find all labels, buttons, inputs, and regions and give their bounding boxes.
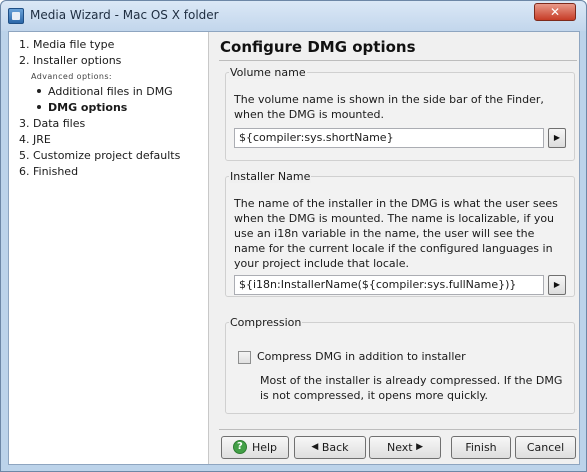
nav-step-media-file-type[interactable]: 1. Media file type: [19, 38, 114, 51]
cancel-button[interactable]: Cancel: [515, 436, 576, 459]
nav-step-finished[interactable]: 6. Finished: [19, 165, 78, 178]
compression-description: Most of the installer is already compres…: [260, 374, 563, 402]
nav-sub-label: Additional files in DMG: [48, 85, 173, 98]
finish-label: Finish: [465, 441, 497, 454]
title-bar[interactable]: Media Wizard - Mac OS X folder ✕: [1, 1, 586, 31]
finish-button[interactable]: Finish: [451, 436, 511, 459]
volume-name-field[interactable]: ${compiler:sys.shortName}: [234, 128, 544, 148]
title-divider: [219, 60, 577, 61]
step-content: Configure DMG options Volume name The vo…: [219, 32, 579, 464]
help-label: Help: [251, 441, 278, 454]
wizard-body: 1. Media file type 2. Installer options …: [8, 31, 580, 465]
close-button[interactable]: ✕: [534, 3, 576, 21]
next-label: Next: [386, 441, 413, 454]
bullet-icon: [37, 89, 41, 93]
wizard-window: Media Wizard - Mac OS X folder ✕ 1. Medi…: [0, 0, 587, 472]
back-button[interactable]: ◀ Back: [294, 436, 366, 459]
back-label: Back: [321, 441, 349, 454]
bullet-icon: [37, 105, 41, 109]
installer-name-field[interactable]: ${i18n:InstallerName(${compiler:sys.full…: [234, 275, 544, 295]
arrow-right-icon: ▶: [416, 441, 424, 452]
arrow-left-icon: ◀: [311, 441, 319, 452]
nav-step-data-files[interactable]: 3. Data files: [19, 117, 85, 130]
installer-name-group: Installer Name The name of the installer…: [225, 170, 575, 297]
help-button[interactable]: ? Help: [221, 436, 289, 459]
window-title: Media Wizard - Mac OS X folder: [30, 8, 219, 22]
nav-sub-label: DMG options: [48, 101, 128, 114]
cancel-label: Cancel: [526, 441, 565, 454]
compression-group: Compression Compress DMG in addition to …: [225, 316, 575, 414]
installer-name-label: Installer Name: [229, 170, 312, 183]
installer-name-variable-button[interactable]: ▶: [548, 275, 566, 295]
help-icon: ?: [232, 440, 247, 454]
next-button[interactable]: Next ▶: [369, 436, 441, 459]
nav-step-additional-files[interactable]: Additional files in DMG: [37, 85, 173, 98]
volume-name-description: The volume name is shown in the side bar…: [234, 93, 544, 121]
button-divider: [219, 429, 577, 430]
advanced-options-header: Advanced options:: [31, 72, 113, 81]
compress-dmg-label[interactable]: Compress DMG in addition to installer: [257, 350, 466, 363]
volume-name-label: Volume name: [229, 66, 307, 79]
arrow-right-icon: ▶: [553, 280, 561, 289]
nav-step-dmg-options[interactable]: DMG options: [37, 101, 127, 114]
volume-name-group: Volume name The volume name is shown in …: [225, 66, 575, 161]
nav-step-customize-defaults[interactable]: 5. Customize project defaults: [19, 149, 180, 162]
nav-step-jre[interactable]: 4. JRE: [19, 133, 51, 146]
arrow-right-icon: ▶: [553, 133, 561, 142]
step-navigation: 1. Media file type 2. Installer options …: [9, 32, 209, 464]
page-title: Configure DMG options: [220, 38, 416, 56]
installer-name-description: The name of the installer in the DMG is …: [234, 197, 558, 270]
compress-dmg-checkbox[interactable]: [238, 351, 251, 364]
volume-name-variable-button[interactable]: ▶: [548, 128, 566, 148]
nav-step-installer-options[interactable]: 2. Installer options: [19, 54, 121, 67]
app-icon: [8, 8, 24, 24]
compression-label: Compression: [229, 316, 303, 329]
